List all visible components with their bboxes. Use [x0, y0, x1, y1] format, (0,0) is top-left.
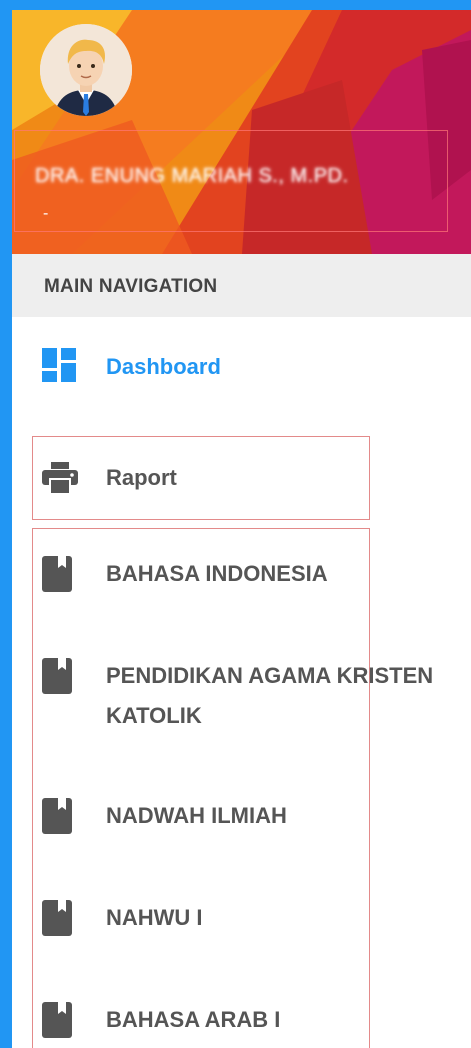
menu-label-raport: Raport — [106, 465, 177, 490]
printer-icon — [42, 462, 78, 500]
dashboard-icon — [42, 348, 76, 388]
user-subtitle: - — [43, 205, 49, 222]
menu-item-course[interactable]: PENDIDIKAN AGAMA KRISTEN KATOLIK — [12, 652, 471, 742]
menu-item-dashboard[interactable]: Dashboard — [12, 340, 471, 396]
book-icon — [42, 900, 72, 942]
book-icon — [42, 798, 72, 840]
book-icon — [42, 658, 72, 700]
user-panel: DRA. ENUNG MARIAH S., M.PD. - — [12, 10, 471, 254]
menu-label-course: BAHASA ARAB I — [106, 1007, 281, 1032]
user-name: DRA. ENUNG MARIAH S., M.PD. — [35, 165, 349, 187]
menu-label-course: BAHASA INDONESIA — [106, 561, 328, 586]
menu-label-course: NAHWU I — [106, 905, 203, 930]
book-icon — [42, 1002, 72, 1044]
user-info-box: DRA. ENUNG MARIAH S., M.PD. - — [14, 130, 448, 232]
menu-item-course[interactable]: BAHASA INDONESIA — [12, 550, 471, 600]
nav-section-title: MAIN NAVIGATION — [44, 276, 218, 297]
menu-item-course[interactable]: NADWAH ILMIAH — [12, 792, 471, 842]
menu-item-course[interactable]: BAHASA ARAB I — [12, 996, 471, 1046]
sidebar: DRA. ENUNG MARIAH S., M.PD. - MAIN NAVIG… — [12, 10, 471, 1048]
menu-label-course: PENDIDIKAN AGAMA KRISTEN KATOLIK — [106, 663, 434, 728]
user-avatar — [40, 24, 132, 116]
menu-item-raport[interactable]: Raport — [12, 446, 471, 510]
menu-label-course: NADWAH ILMIAH — [106, 803, 287, 828]
courses-highlight-box — [32, 528, 370, 1048]
menu-label-dashboard: Dashboard — [106, 354, 221, 379]
book-icon — [42, 556, 72, 598]
nav-section-header: MAIN NAVIGATION — [12, 254, 471, 317]
menu-item-course[interactable]: NAHWU I — [12, 894, 471, 944]
